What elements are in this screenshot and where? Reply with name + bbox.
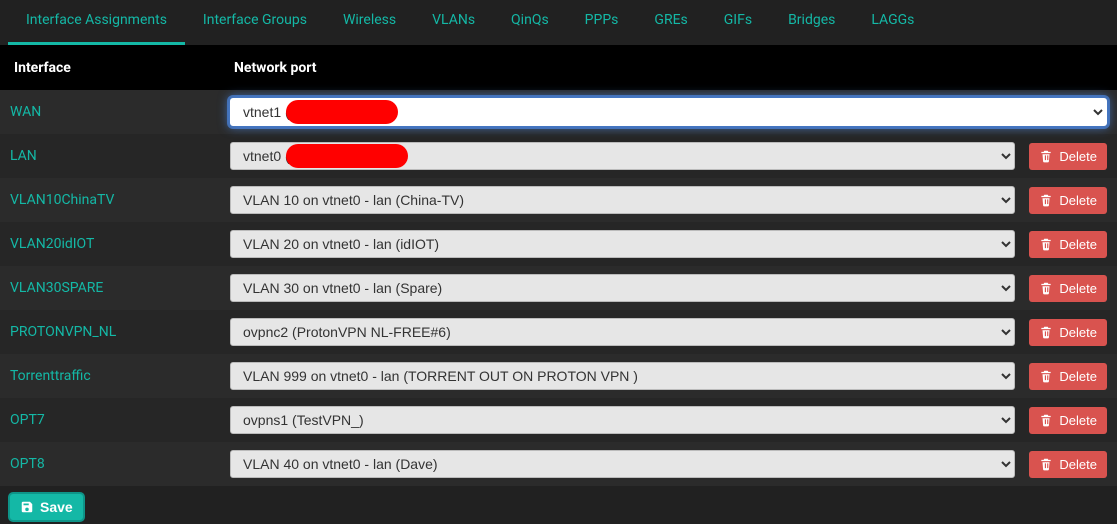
interface-link[interactable]: VLAN30SPARE [10,280,103,296]
table-row: VLAN30SPARE VLAN 30 on vtnet0 - lan (Spar… [0,266,1117,310]
tab-qinqs[interactable]: QinQs [493,0,567,45]
delete-button-label: Delete [1059,325,1097,340]
tab-interface-groups[interactable]: Interface Groups [185,0,325,45]
table-header: Interface Network port [0,46,1117,90]
tab-bridges[interactable]: Bridges [770,0,853,45]
tab-laggs[interactable]: LAGGs [853,0,932,45]
trash-icon [1039,413,1053,427]
network-port-select[interactable]: VLAN 999 on vtnet0 - lan (TORRENT OUT ON… [230,362,1015,390]
table-row: Torrenttraffic VLAN 999 on vtnet0 - lan (… [0,354,1117,398]
trash-icon [1039,149,1053,163]
interface-link[interactable]: WAN [10,104,41,120]
delete-button-label: Delete [1059,369,1097,384]
interface-link[interactable]: OPT7 [10,412,45,428]
network-port-select[interactable]: VLAN 20 on vtnet0 - lan (idIOT) [230,230,1015,258]
trash-icon [1039,281,1053,295]
delete-button-label: Delete [1059,413,1097,428]
table-row: VLAN20idIOT VLAN 20 on vtnet0 - lan (idIO… [0,222,1117,266]
save-button[interactable]: Save [8,492,85,522]
table-row: PROTONVPN_NL ovpnc2 (ProtonVPN NL-FREE#6)… [0,310,1117,354]
network-port-select[interactable]: vtnet1 ( [230,98,1107,126]
network-port-select[interactable]: VLAN 30 on vtnet0 - lan (Spare) [230,274,1015,302]
save-button-label: Save [40,499,73,515]
interface-link[interactable]: PROTONVPN_NL [10,324,116,340]
delete-button[interactable]: Delete [1029,187,1107,214]
table-row: WAN vtnet1 ( [0,90,1117,134]
delete-button[interactable]: Delete [1029,143,1107,170]
interface-link[interactable]: VLAN10ChinaTV [10,192,114,208]
network-port-select[interactable]: VLAN 40 on vtnet0 - lan (Dave) [230,450,1015,478]
network-port-select[interactable]: ovpns1 (TestVPN_) [230,406,1015,434]
interface-link[interactable]: OPT8 [10,456,45,472]
tab-wireless[interactable]: Wireless [325,0,414,45]
delete-button[interactable]: Delete [1029,363,1107,390]
tab-interface-assignments[interactable]: Interface Assignments [8,0,185,45]
trash-icon [1039,369,1053,383]
delete-button-label: Delete [1059,281,1097,296]
tab-vlans[interactable]: VLANs [414,0,493,45]
delete-button[interactable]: Delete [1029,319,1107,346]
table-row: OPT7 ovpns1 (TestVPN_) Delete [0,398,1117,442]
delete-button-label: Delete [1059,193,1097,208]
trash-icon [1039,325,1053,339]
delete-button-label: Delete [1059,457,1097,472]
delete-button[interactable]: Delete [1029,407,1107,434]
column-header-interface: Interface [14,60,234,76]
trash-icon [1039,457,1053,471]
delete-button-label: Delete [1059,149,1097,164]
interface-link[interactable]: VLAN20idIOT [10,236,94,252]
network-port-select[interactable]: vtnet0 ( [230,142,1015,170]
delete-button[interactable]: Delete [1029,275,1107,302]
delete-button-label: Delete [1059,237,1097,252]
tab-ppps[interactable]: PPPs [567,0,637,45]
table-body: WANvtnet1 (LANvtnet0 (DeleteVLAN10ChinaT… [0,90,1117,486]
tab-gres[interactable]: GREs [636,0,705,45]
delete-button[interactable]: Delete [1029,231,1107,258]
interface-link[interactable]: Torrenttraffic [10,368,91,384]
network-port-select[interactable]: VLAN 10 on vtnet0 - lan (China-TV) [230,186,1015,214]
table-row: OPT8 VLAN 40 on vtnet0 - lan (Dave) Delete [0,442,1117,486]
trash-icon [1039,237,1053,251]
save-icon [20,500,34,514]
table-row: LAN vtnet0 ( Delete [0,134,1117,178]
tab-gifs[interactable]: GIFs [706,0,770,45]
table-row: VLAN10ChinaTV VLAN 10 on vtnet0 - lan (Ch… [0,178,1117,222]
delete-button[interactable]: Delete [1029,451,1107,478]
tabs-bar: Interface AssignmentsInterface GroupsWir… [0,0,1117,46]
network-port-select[interactable]: ovpnc2 (ProtonVPN NL-FREE#6) [230,318,1015,346]
interface-link[interactable]: LAN [10,148,37,164]
column-header-port: Network port [234,60,1103,76]
trash-icon [1039,193,1053,207]
